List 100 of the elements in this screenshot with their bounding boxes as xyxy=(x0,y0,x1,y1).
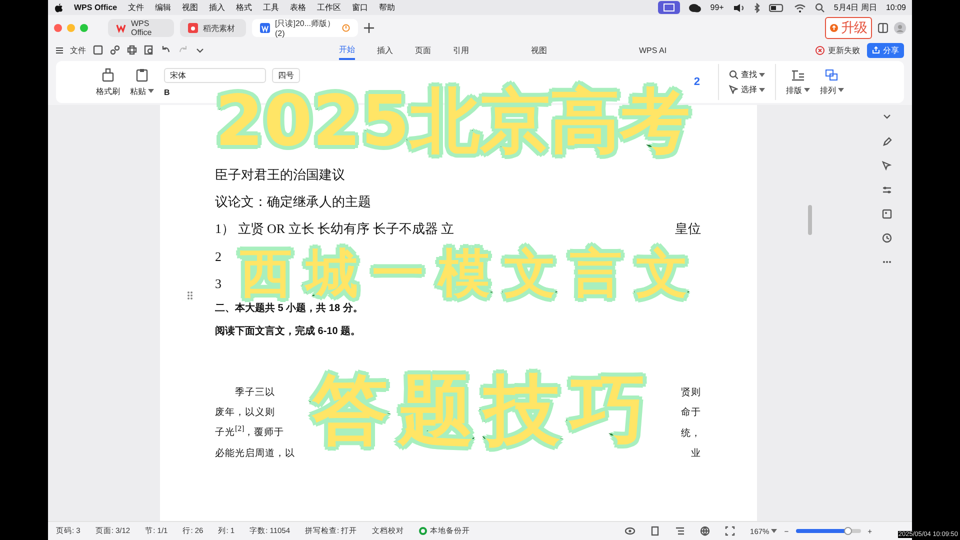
plus-icon[interactable] xyxy=(364,23,374,33)
style-preview[interactable]: 2 xyxy=(694,76,700,88)
select-button[interactable]: 选择 xyxy=(741,84,757,95)
preview-icon[interactable] xyxy=(144,45,154,55)
bluetooth-icon[interactable] xyxy=(754,2,760,12)
share-icon xyxy=(872,46,880,54)
wifi-icon[interactable] xyxy=(794,2,806,12)
search-icon[interactable] xyxy=(814,2,825,12)
layout-button[interactable]: 排版 xyxy=(786,84,802,96)
document-text: 阅读下面文言文，完成 6-10 题。 xyxy=(215,324,361,338)
menu-item[interactable]: 帮助 xyxy=(379,2,396,13)
menu-item[interactable]: 编辑 xyxy=(155,2,172,13)
document-text: 臣子对君王的治国建议 xyxy=(215,166,345,184)
battery-icon[interactable] xyxy=(768,4,785,12)
document-text: 皇位 xyxy=(675,220,701,238)
file-menu[interactable]: 文件 xyxy=(70,44,86,56)
document-text: 子光$^{[2]}$，覆师于 xyxy=(215,424,284,440)
tab-icon xyxy=(116,23,126,33)
document-text: 议论文：确定继承人的主题 xyxy=(215,193,371,211)
print-icon[interactable] xyxy=(127,45,137,55)
ribbon-tab[interactable]: 插入 xyxy=(377,42,393,58)
ribbon-tab[interactable]: 引用 xyxy=(453,42,469,58)
arrow-up-icon xyxy=(830,24,838,32)
menu-item[interactable]: 格式 xyxy=(236,2,252,13)
drag-handle-icon[interactable] xyxy=(187,291,193,300)
image-icon[interactable] xyxy=(882,209,892,219)
zoom-slider[interactable] xyxy=(796,529,861,533)
screen-icon[interactable] xyxy=(658,1,680,14)
document-tab[interactable]: WPS Office xyxy=(108,19,174,37)
document-text: 季子三以 xyxy=(234,386,275,398)
document-tab[interactable]: 稻壳素材 xyxy=(180,19,246,37)
font-size-field[interactable]: 四号 xyxy=(272,68,300,82)
find-button[interactable]: 查找 xyxy=(741,69,757,80)
pen-icon[interactable] xyxy=(882,137,892,147)
slider-thumb[interactable] xyxy=(844,527,852,535)
document-text: 废年，以义则 xyxy=(215,406,275,419)
chat-icon[interactable] xyxy=(689,2,702,12)
search-icon[interactable] xyxy=(729,70,738,79)
menu-item[interactable]: 视图 xyxy=(182,2,198,13)
arrange-icon[interactable] xyxy=(825,68,839,80)
document-text: 命于 xyxy=(681,406,701,419)
app-name[interactable]: WPS Office xyxy=(74,3,118,12)
menu-item[interactable]: 工作区 xyxy=(317,2,342,13)
text-layout-icon[interactable] xyxy=(791,68,805,80)
document-text: 贤则 xyxy=(681,386,701,398)
format-painter-label[interactable]: 格式刷 xyxy=(96,86,120,96)
page-view-icon[interactable] xyxy=(650,526,660,536)
menu-item[interactable]: 窗口 xyxy=(352,2,368,13)
document-text: 必能光启周道，以 xyxy=(215,447,295,460)
menu-item[interactable]: 表格 xyxy=(290,2,306,13)
title-text: 答题技巧 xyxy=(312,372,656,448)
share-button[interactable]: 分享 xyxy=(867,42,904,58)
cursor-icon[interactable] xyxy=(882,161,892,171)
ribbon-tab[interactable]: 页面 xyxy=(415,42,431,58)
document-tab[interactable]: [只读]20...师版）(2) xyxy=(252,19,358,37)
document-text: 2 xyxy=(215,249,222,265)
speaker-icon[interactable] xyxy=(732,2,745,12)
tab-label: WPS Office xyxy=(131,19,153,37)
undo-icon[interactable] xyxy=(161,45,171,55)
save-icon[interactable] xyxy=(93,45,103,55)
tab-icon xyxy=(188,23,198,33)
caret-icon[interactable] xyxy=(838,88,844,92)
cursor-icon[interactable] xyxy=(729,85,738,94)
cloud-icon xyxy=(815,46,825,54)
caret-icon[interactable] xyxy=(759,72,765,76)
outline-icon[interactable] xyxy=(675,526,686,536)
caret-icon[interactable] xyxy=(148,89,154,93)
update-status: 更新失败 xyxy=(828,44,860,56)
document-text: 二、本大题共 5 小题，共 18 分。 xyxy=(215,302,363,315)
sidebar-icon[interactable] xyxy=(878,23,888,33)
caret-icon[interactable] xyxy=(804,88,810,92)
apple-icon xyxy=(54,2,63,12)
menu-icon[interactable] xyxy=(56,46,63,54)
tab-label: 稻壳素材 xyxy=(203,22,235,34)
eye-icon[interactable] xyxy=(625,526,636,536)
ribbon-tab[interactable]: WPS AI xyxy=(639,42,667,58)
document-text: 统， xyxy=(681,427,701,440)
link-icon[interactable] xyxy=(110,45,120,55)
menu-item[interactable]: 工具 xyxy=(263,2,280,13)
arrange-button[interactable]: 排列 xyxy=(820,84,836,96)
caret-icon[interactable] xyxy=(759,88,765,92)
paste-label[interactable]: 粘贴 xyxy=(130,86,146,96)
caret-icon[interactable] xyxy=(771,529,778,533)
font-field[interactable]: 宋体 xyxy=(164,68,266,82)
notification-count: 99+ xyxy=(710,3,724,12)
upgrade-button[interactable]: 升级 xyxy=(825,17,872,39)
history-icon[interactable] xyxy=(882,233,892,243)
clipboard-icon[interactable] xyxy=(135,68,149,82)
fit-screen-icon[interactable] xyxy=(725,526,736,536)
globe-icon[interactable] xyxy=(700,526,710,536)
avatar-icon[interactable] xyxy=(894,22,906,34)
ribbon-tab[interactable]: 视图 xyxy=(531,42,547,58)
scrollbar-thumb[interactable] xyxy=(808,205,812,235)
menu-item[interactable]: 文件 xyxy=(128,2,144,13)
bold-button[interactable]: B xyxy=(164,88,170,96)
tab-label: [只读]20...师版）(2) xyxy=(275,18,336,38)
menu-item[interactable]: 插入 xyxy=(209,2,226,13)
sliders-icon[interactable] xyxy=(882,185,892,195)
tab-icon xyxy=(260,23,270,33)
document-text: 业 xyxy=(691,447,701,460)
